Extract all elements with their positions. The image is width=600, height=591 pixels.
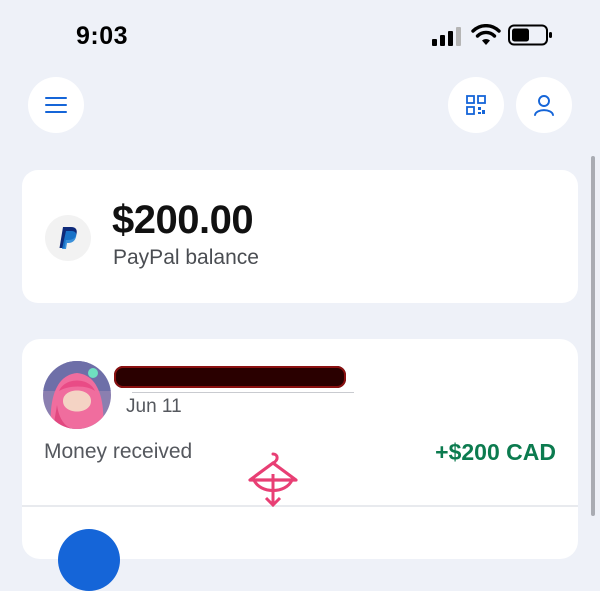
paypal-balance-card[interactable]: $200.00 PayPal balance	[22, 170, 578, 303]
menu-button[interactable]	[28, 77, 84, 133]
scrollbar[interactable]	[591, 156, 595, 516]
list-divider	[22, 505, 578, 507]
balance-amount: $200.00	[112, 198, 254, 242]
hanger-bow-watermark-icon	[248, 452, 298, 508]
redacted-contact-name	[114, 366, 346, 388]
profile-button[interactable]	[516, 77, 572, 133]
transaction-date: Jun 11	[126, 396, 182, 417]
activity-card: Jun 11 Money received +$200 CAD	[22, 339, 578, 591]
battery-icon	[508, 24, 552, 46]
transaction-type: Money received	[44, 440, 193, 463]
person-icon	[534, 95, 554, 116]
transaction-amount: +$200 CAD	[435, 439, 556, 465]
redaction-underline	[132, 392, 354, 393]
hamburger-menu-icon	[45, 97, 67, 113]
status-bar: 9:03	[0, 0, 600, 70]
balance-label: PayPal balance	[113, 246, 259, 269]
qr-code-icon	[466, 95, 486, 115]
wifi-icon	[471, 24, 501, 45]
paypal-logo-icon	[45, 215, 91, 261]
qr-code-button[interactable]	[448, 77, 504, 133]
status-time: 9:03	[76, 22, 129, 50]
cellular-signal-icon	[432, 27, 461, 46]
contact-avatar	[43, 361, 111, 429]
next-contact-avatar	[58, 529, 120, 591]
